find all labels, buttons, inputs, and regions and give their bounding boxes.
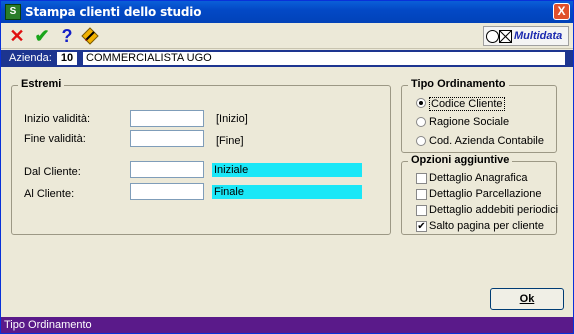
- opzioni-aggiuntive-title: Opzioni aggiuntive: [408, 154, 513, 166]
- ok-button[interactable]: Ok: [490, 288, 564, 310]
- checkbox-label: Dettaglio addebiti periodici: [429, 204, 559, 216]
- dal-cliente-input[interactable]: [130, 161, 204, 178]
- checkbox-icon[interactable]: [416, 205, 427, 216]
- azienda-bar: Azienda: 10 COMMERCIALISTA UGO: [1, 50, 573, 67]
- title-bar[interactable]: S Stampa clienti dello studio X: [1, 1, 573, 23]
- al-cliente-label: Al Cliente:: [24, 188, 75, 200]
- inizio-note: [Inizio]: [216, 113, 248, 125]
- toolbar: ✕ ✔ ? Multidata: [1, 23, 573, 49]
- checkbox-label: Dettaglio Parcellazione: [429, 188, 542, 200]
- azienda-name: COMMERCIALISTA UGO: [83, 52, 565, 65]
- opzioni-aggiuntive-group: Opzioni aggiuntive Dettaglio Anagrafica …: [401, 154, 559, 235]
- radio-label: Ragione Sociale: [429, 116, 510, 128]
- estremi-title: Estremi: [18, 78, 65, 90]
- radio-label: Cod. Azienda Contabile: [429, 135, 544, 147]
- inizio-validita-label: Inizio validità:: [24, 113, 91, 125]
- window-title: Stampa clienti dello studio: [25, 5, 202, 19]
- checkbox-label: Dettaglio Anagrafica: [429, 172, 528, 184]
- fine-validita-label: Fine validità:: [24, 133, 86, 145]
- checkbox-icon[interactable]: [416, 189, 427, 200]
- multidata-logo: Multidata: [483, 26, 569, 46]
- dal-cliente-description: Iniziale: [212, 163, 362, 177]
- azienda-label: Azienda:: [9, 52, 52, 64]
- fine-note: [Fine]: [216, 135, 244, 147]
- estremi-group: Estremi Inizio validità: [Inizio] Fine v…: [11, 78, 391, 235]
- confirm-check-icon[interactable]: ✔: [32, 26, 52, 46]
- edit-pen-icon[interactable]: [81, 27, 99, 45]
- status-bar: Tipo Ordinamento: [1, 317, 573, 333]
- checkbox-label: Salto pagina per cliente: [429, 220, 544, 232]
- radio-label: Codice Cliente: [429, 97, 505, 111]
- al-cliente-input[interactable]: [130, 183, 204, 200]
- fine-validita-input[interactable]: [130, 130, 204, 147]
- cancel-x-icon[interactable]: ✕: [7, 26, 27, 46]
- app-icon[interactable]: S: [5, 4, 21, 20]
- circle-icon: [486, 30, 499, 43]
- tipo-ordinamento-title: Tipo Ordinamento: [408, 78, 509, 90]
- brand-name: Multidata: [514, 30, 563, 42]
- box-x-icon: [499, 30, 512, 43]
- dialog-window: S Stampa clienti dello studio X ✕ ✔ ? Mu…: [0, 0, 574, 334]
- checkbox-icon[interactable]: [416, 173, 427, 184]
- radio-icon[interactable]: [416, 117, 426, 127]
- help-question-icon[interactable]: ?: [57, 26, 77, 46]
- inizio-validita-input[interactable]: [130, 110, 204, 127]
- dal-cliente-label: Dal Cliente:: [24, 166, 81, 178]
- radio-icon[interactable]: [416, 136, 426, 146]
- tipo-ordinamento-group: Tipo Ordinamento Codice Cliente Ragione …: [401, 78, 557, 153]
- azienda-code: 10: [57, 52, 77, 65]
- checkbox-checked-icon[interactable]: ✔: [416, 221, 427, 232]
- close-button[interactable]: X: [553, 3, 570, 20]
- al-cliente-description: Finale: [212, 185, 362, 199]
- radio-selected-icon[interactable]: [416, 98, 426, 108]
